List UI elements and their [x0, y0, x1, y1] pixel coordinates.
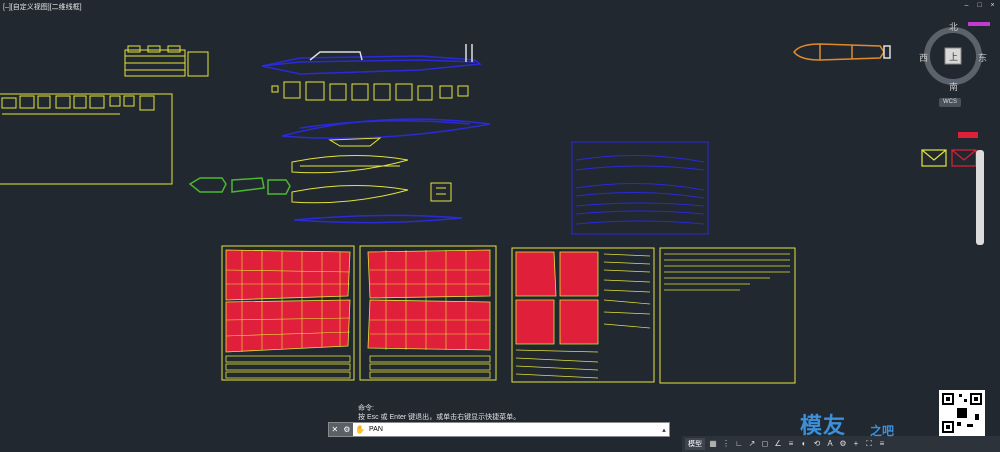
fuselage-formers — [271, 81, 469, 204]
top-right-fuselage — [793, 43, 891, 61]
command-line: ✕ ⚙ ✋ ▴ — [328, 422, 670, 437]
viewcube-south[interactable]: 南 — [949, 80, 958, 93]
command-history-line: 按 Esc 或 Enter 键退出，或单击右键显示快捷菜单。 — [358, 414, 521, 421]
envelope-icons — [921, 149, 977, 167]
qr-code-image — [939, 390, 985, 436]
wing-panel-left — [221, 245, 355, 381]
otrack-icon[interactable]: ∠ — [773, 439, 783, 449]
customize-icon[interactable]: ⚙ — [343, 425, 350, 434]
recent-commands-icon[interactable]: ▴ — [659, 426, 669, 434]
wing-panel-right — [359, 245, 497, 381]
vertical-scrollbar[interactable] — [976, 150, 984, 245]
left-parts-frame — [0, 93, 173, 185]
command-input[interactable] — [367, 426, 659, 433]
viewcube-east[interactable]: 东 — [978, 51, 987, 64]
drawing-canvas[interactable] — [0, 0, 1000, 452]
watermark-logo: 模友 之吧 — [790, 400, 940, 452]
watermark-text: 模友 — [800, 414, 847, 439]
blue-wing-spars — [571, 141, 709, 235]
snap-icon[interactable]: ⋮ — [721, 439, 731, 449]
viewcube-top-face[interactable]: 上 — [949, 50, 958, 63]
osnap-icon[interactable]: ◻ — [760, 439, 770, 449]
top-left-part-cluster — [124, 45, 209, 77]
viewcube[interactable]: 北 南 西 东 上 — [919, 20, 987, 110]
wcs-menu[interactable]: WCS — [939, 98, 961, 107]
watermark-subtext: 之吧 — [870, 424, 895, 438]
polar-icon[interactable]: ↗ — [747, 439, 757, 449]
close-icon[interactable]: ✕ — [332, 425, 339, 434]
viewcube-north[interactable]: 北 — [949, 20, 958, 33]
viewcube-west[interactable]: 西 — [919, 51, 928, 64]
model-space-button[interactable]: 模型 — [685, 438, 705, 450]
command-line-grip[interactable]: ✕ ⚙ — [329, 423, 353, 436]
ortho-icon[interactable]: ∟ — [734, 439, 744, 449]
grid-icon[interactable]: ▦ — [708, 439, 718, 449]
tail-panel — [511, 247, 655, 383]
ribs-panel — [659, 247, 796, 384]
command-history: 命令: 按 Esc 或 Enter 键退出，或单击右键显示快捷菜单。 — [356, 404, 523, 422]
red-mini-toolbar — [958, 132, 978, 138]
command-history-label: 命令: — [358, 405, 374, 412]
fuselage-side-view — [261, 44, 491, 224]
green-parts — [188, 177, 291, 195]
hand-pan-icon: ✋ — [355, 425, 365, 434]
